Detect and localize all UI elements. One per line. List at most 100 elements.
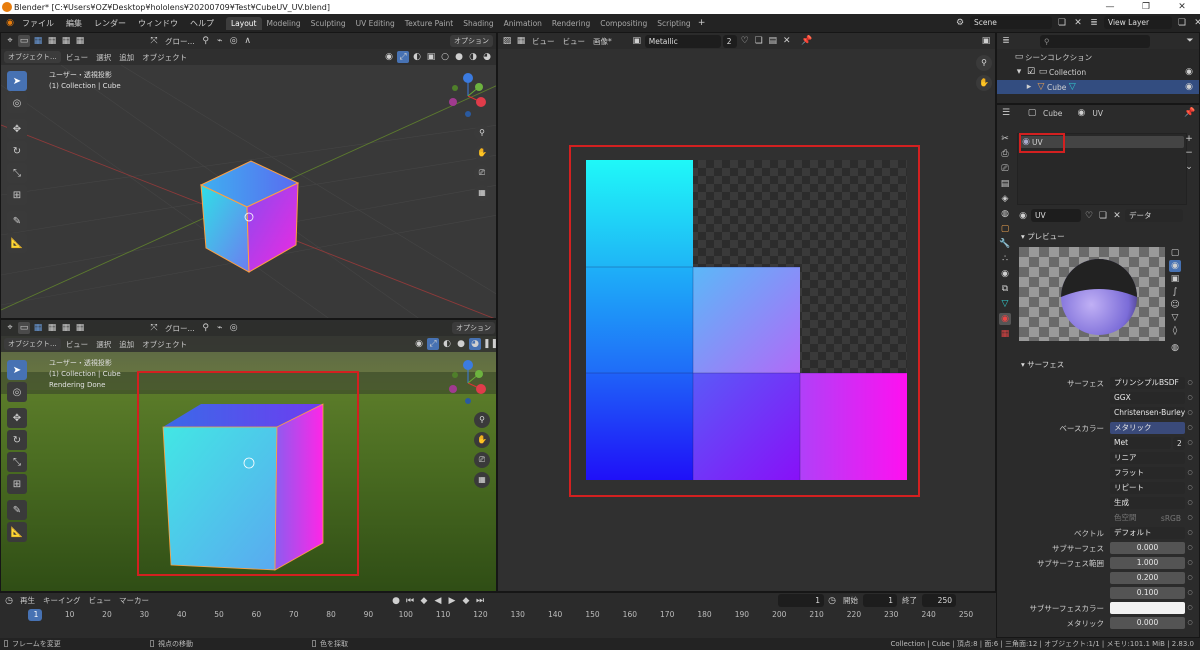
property-number[interactable]: 0.100 <box>1110 587 1185 599</box>
property-number[interactable]: 0.000 <box>1110 617 1185 629</box>
properties-editor[interactable]: ☰ ▢ Cube ◉ UV 📌 ✂ ⎙ ⎚ ▤ ◈ ◍ ▢ 🔧 ∴ ◉ ⧉ ▽ … <box>996 104 1200 638</box>
fake-user-icon[interactable]: ♡ <box>1083 210 1095 222</box>
preview-monkey-icon[interactable]: ☺ <box>1169 299 1181 311</box>
transform-tool-icon[interactable]: ⊞ <box>7 185 27 205</box>
view-layer-field[interactable]: View Layer <box>1104 16 1172 29</box>
rotate-tool-icon[interactable]: ↻ <box>7 141 27 161</box>
property-dropdown[interactable]: GGX <box>1110 392 1185 404</box>
property-number[interactable]: 0.000 <box>1110 542 1185 554</box>
editor-type-icon[interactable]: ⌖ <box>4 35 16 47</box>
keyframe-dot-icon[interactable]: ○ <box>1185 572 1195 584</box>
keyframe-dot-icon[interactable]: ○ <box>1185 512 1195 524</box>
preview-section-header[interactable]: ▾ プレビュー <box>1015 229 1195 244</box>
editor-type-icon[interactable]: ≣ <box>1000 35 1012 47</box>
menu-view[interactable]: ビュー <box>560 36 589 47</box>
add-workspace-icon[interactable]: + <box>696 17 708 29</box>
surface-section-header[interactable]: ▾ サーフェス <box>1015 357 1195 372</box>
scene-new-icon[interactable]: ❏ <box>1056 17 1068 29</box>
menu-image[interactable]: 画像* <box>590 36 615 47</box>
mode-dropdown[interactable]: オブジェクト... <box>4 51 61 63</box>
image-users-count[interactable]: 2 <box>722 34 737 48</box>
pause-icon[interactable]: ❚❚ <box>483 338 496 350</box>
sidebar-toggle-icon[interactable]: ▣ <box>980 35 992 47</box>
pin-icon[interactable]: 📌 <box>1184 107 1196 119</box>
expand-icon[interactable]: ▾ <box>1013 66 1025 78</box>
maximize-icon[interactable]: ❐ <box>1128 0 1164 14</box>
cube-object[interactable] <box>199 160 300 273</box>
falloff-icon[interactable]: ∧ <box>242 35 254 47</box>
filter-icon[interactable]: ⏷ <box>1184 35 1196 47</box>
outliner-collection-row[interactable]: ▾ ☑ ▭ Collection ◉ <box>997 65 1199 79</box>
outliner-search[interactable]: ⚲ <box>1040 34 1150 48</box>
select-mode-icon-3[interactable]: ▦ <box>60 322 72 334</box>
pivot-icon[interactable]: ⚲ <box>200 322 212 334</box>
remove-slot-icon[interactable]: − <box>1183 147 1195 159</box>
scene-remove-icon[interactable]: ✕ <box>1072 17 1084 29</box>
property-dropdown[interactable]: 生成 <box>1110 497 1185 509</box>
workspace-tab[interactable]: Modeling <box>262 17 306 30</box>
workspace-tab[interactable]: Shading <box>458 17 498 30</box>
menu-view-mode[interactable]: ビュー <box>529 36 558 47</box>
workspace-tab[interactable]: UV Editing <box>351 17 400 30</box>
timeline-ruler[interactable]: 1 10 20 30 40 50 60 70 80 90 100 110 120 130 140 150 160… <box>0 593 996 639</box>
snap-icon[interactable]: ⌁ <box>214 322 226 334</box>
menu-view[interactable]: ビュー <box>63 339 92 350</box>
select-box-icon[interactable]: ▭ <box>18 35 30 47</box>
keyframe-dot-icon[interactable]: ○ <box>1185 617 1195 629</box>
new-image-icon[interactable]: ❏ <box>753 35 765 47</box>
tool-tab-icon[interactable]: ✂ <box>999 133 1011 145</box>
visibility-icon[interactable]: ◉ <box>413 338 425 350</box>
view-layer-new-icon[interactable]: ❏ <box>1176 17 1188 29</box>
transform-orientation-icon[interactable]: ⤧ <box>148 322 160 334</box>
camera-icon[interactable]: ⎚ <box>474 452 490 468</box>
keyframe-dot-icon[interactable]: ○ <box>1185 527 1195 539</box>
select-mode-icon-2[interactable]: ▦ <box>46 35 58 47</box>
keyframe-dot-icon[interactable]: ○ <box>1185 392 1195 404</box>
menu-add[interactable]: 追加 <box>116 52 137 63</box>
workspace-tab[interactable]: Sculpting <box>306 17 351 30</box>
material-browse-icon[interactable]: ◉ <box>1017 210 1029 222</box>
nav-gizmo-bottom[interactable] <box>443 358 493 408</box>
scale-tool-icon[interactable]: ⤡ <box>7 452 27 472</box>
measure-tool-icon[interactable]: 📐 <box>7 233 27 253</box>
expand-icon[interactable]: ▸ <box>1023 81 1035 93</box>
outliner[interactable]: ≣ ⚲ ⏷ ▭ シーンコレクション ▾ ☑ ▭ Collection ◉ ▸ ▽… <box>996 32 1200 104</box>
cursor-tool-icon[interactable]: ◎ <box>7 93 27 113</box>
snap-icon[interactable]: ⌁ <box>214 35 226 47</box>
link-dropdown[interactable]: データ <box>1125 209 1183 222</box>
select-tool-icon[interactable]: ➤ <box>7 71 27 91</box>
options-button[interactable]: オプション <box>452 322 495 334</box>
scene-tab-icon[interactable]: ◈ <box>999 193 1011 205</box>
checkbox-icon[interactable]: ☑ <box>1025 66 1037 78</box>
outliner-cube-row[interactable]: ▸ ▽ Cube ▽ ◉ <box>997 80 1199 94</box>
keyframe-dot-icon[interactable]: ○ <box>1185 587 1195 599</box>
duplicate-icon[interactable]: ❏ <box>1097 210 1109 222</box>
camera-icon[interactable]: ⎚ <box>474 165 490 181</box>
viewport-top-scene[interactable] <box>1 65 497 319</box>
view-layer-tab-icon[interactable]: ▤ <box>999 178 1011 190</box>
keyframe-dot-icon[interactable]: ○ <box>1185 422 1195 434</box>
transform-orientation-icon[interactable]: ⤧ <box>148 35 160 47</box>
workspace-tab[interactable]: Texture Paint <box>400 17 458 30</box>
material-name-field[interactable]: UV <box>1031 209 1081 222</box>
add-slot-icon[interactable]: + <box>1183 133 1195 145</box>
unlink-image-icon[interactable]: ✕ <box>781 35 793 47</box>
image-mode-icon[interactable]: ▦ <box>515 35 527 47</box>
shading-render-icon[interactable]: ◕ <box>469 338 481 350</box>
workspace-tab[interactable]: Rendering <box>547 17 595 30</box>
data-tab-icon[interactable]: ▽ <box>999 298 1011 310</box>
property-dropdown[interactable]: プリンシプルBSDF <box>1110 377 1185 389</box>
zoom-icon[interactable]: ⚲ <box>474 125 490 141</box>
shading-solid-icon[interactable]: ● <box>453 51 465 63</box>
select-mode-icon[interactable]: ▦ <box>32 35 44 47</box>
base-color-link[interactable]: メタリック <box>1110 422 1185 434</box>
material-tab-icon[interactable]: ◉ <box>999 313 1011 325</box>
image-name-field[interactable]: Metallic <box>644 34 721 48</box>
cursor-tool-icon[interactable]: ◎ <box>7 382 27 402</box>
image-browse-icon[interactable]: ▣ <box>631 35 643 47</box>
rotate-tool-icon[interactable]: ↻ <box>7 430 27 450</box>
select-mode-icon-3[interactable]: ▦ <box>60 35 72 47</box>
timeline[interactable]: ◷ 再生 キーイング ビュー マーカー ● ⏮ ◆ ◀ ▶ ◆ ⏭ 1 ◷ 開始… <box>0 592 996 638</box>
property-dropdown[interactable]: フラット <box>1110 467 1185 479</box>
image-editor[interactable]: ▨ ▦ ビュー ビュー 画像* ▣ Metallic 2 ♡ ❏ ▤ ✕ 📌 ▣… <box>497 32 996 592</box>
